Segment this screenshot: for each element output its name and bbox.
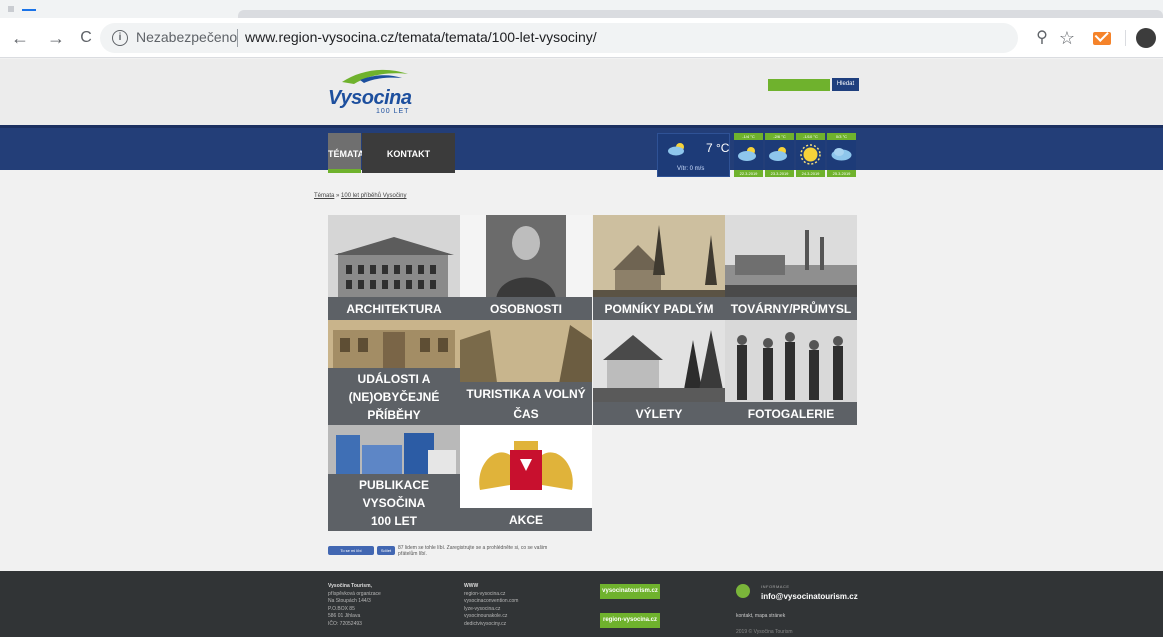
footer-copyright: 2019 © Vysočina Tourism: [736, 629, 793, 635]
forecast-day-2: -2/6 °C 23.3.2019: [765, 133, 794, 177]
footer-www-link[interactable]: region-vysocina.cz: [464, 591, 518, 599]
tab-strip: [0, 0, 1163, 18]
tile-label: VÝLETY: [593, 402, 725, 425]
wind-speed: Vítr: 0 m/s: [677, 166, 705, 172]
tile-label: AKCE: [460, 508, 592, 531]
tile-label-line-2: 100 LET: [370, 514, 418, 528]
tile-label-line-1: UDÁLOSTI A: [357, 372, 431, 386]
tab-corner: [8, 6, 14, 12]
footer-info-email[interactable]: info@vysocinatourism.cz: [761, 592, 858, 601]
tile-tovarny-prumysl[interactable]: TOVÁRNY/PRŮMYSL: [725, 215, 857, 320]
tile-vylety[interactable]: VÝLETY: [593, 320, 725, 425]
current-temperature: 7 °C: [706, 141, 730, 155]
cloud-sun-icon: [738, 147, 756, 161]
info-icon[interactable]: i: [112, 30, 128, 46]
breadcrumb-link-temata[interactable]: Témata: [314, 193, 334, 199]
active-tab-indicator: [22, 9, 36, 11]
tile-pomniky-padlym[interactable]: POMNÍKY PADLÝM: [593, 215, 725, 320]
footer-org-line: příspěvková organizace: [328, 590, 381, 597]
forecast-date: 22.3.2019: [734, 170, 763, 177]
footer-www-link[interactable]: vysocinounakole.cz: [464, 613, 518, 621]
breadcrumb: Témata » 100 let příběhů Vysočiny: [314, 193, 407, 199]
footer-button-region-vysocina[interactable]: region-vysocina.cz: [600, 613, 660, 628]
search-input[interactable]: [768, 79, 830, 91]
footer-www-link[interactable]: dedictvivysociny.cz: [464, 621, 518, 629]
tile-label: TOVÁRNY/PRŮMYSL: [725, 297, 857, 320]
nav-item-temata[interactable]: TÉMATA: [328, 133, 364, 173]
footer-org-line: P.O.BOX 85: [328, 605, 355, 612]
site-footer: [0, 571, 1163, 637]
tile-label: PUBLIKACE VYSOČINA 100 LET: [328, 474, 460, 531]
tile-udalosti[interactable]: UDÁLOSTI A (NE)OBYČEJNÉ PŘÍBĚHY: [328, 320, 460, 425]
footer-org-column: Vysočina Tourism, příspěvková organizace…: [328, 583, 381, 628]
tile-label: TURISTIKA A VOLNÝ ČAS: [460, 382, 592, 425]
footer-button-vysocinatourism[interactable]: vysocinatourism.cz: [600, 584, 660, 599]
browser-tab[interactable]: [238, 10, 1163, 18]
url-text[interactable]: www.region-vysocina.cz/temata/temata/100…: [245, 29, 597, 45]
mail-extension-icon[interactable]: [1093, 32, 1111, 45]
footer-org-line: IČO: 72052493: [328, 620, 362, 627]
facebook-like-button[interactable]: To se mi líbí: [328, 546, 374, 555]
forecast-day-4: 0/3 °C 25.3.2019: [827, 133, 856, 177]
tile-osobnosti[interactable]: OSOBNOSTI: [460, 215, 592, 320]
tile-label-line-1: PUBLIKACE VYSOČINA: [358, 478, 429, 510]
nav-item-kontakt[interactable]: KONTAKT: [362, 133, 455, 173]
sun-icon: [800, 144, 821, 165]
site-logo[interactable]: Vysocina: [328, 87, 412, 110]
tile-label: ARCHITEKTURA: [328, 297, 460, 320]
tile-akce[interactable]: AKCE: [460, 425, 592, 531]
facebook-like-text: 87 lidem se tohle líbí. Zaregistrujte se…: [398, 545, 548, 557]
forecast-date: 25.3.2019: [827, 170, 856, 177]
footer-www-heading: WWW: [464, 583, 479, 589]
tile-architektura[interactable]: ARCHITEKTURA: [328, 215, 460, 320]
tile-label: OSOBNOSTI: [460, 297, 592, 320]
cloud-sun-icon: [668, 143, 684, 156]
browser-toolbar: ← → C i Nezabezpečeno www.region-vysocin…: [0, 18, 1163, 58]
forecast-day-3: -1/10 °C 24.3.2019: [796, 133, 825, 177]
forecast-date: 24.3.2019: [796, 170, 825, 177]
back-icon[interactable]: ←: [8, 26, 32, 50]
footer-org-line: 586 01 Jihlava: [328, 613, 361, 619]
tile-label: UDÁLOSTI A (NE)OBYČEJNÉ PŘÍBĚHY: [328, 368, 460, 425]
bookmark-star-icon[interactable]: ☆: [1055, 26, 1079, 50]
profile-avatar[interactable]: [1136, 28, 1156, 48]
site-header: [0, 59, 1163, 125]
forecast-day-1: -1/4 °C 22.3.2019: [734, 133, 763, 177]
logo-swoosh-icon: [342, 69, 408, 84]
info-logo-icon: [736, 584, 750, 598]
cloud-icon: [831, 148, 852, 161]
cloud-sun-icon: [769, 147, 787, 161]
logo-subtitle: 100 LET: [376, 108, 410, 115]
address-bar[interactable]: i Nezabezpečeno www.region-vysocina.cz/t…: [100, 23, 1018, 53]
zoom-icon[interactable]: ⚲: [1030, 26, 1054, 50]
tile-label-line-2: (NE)OBYČEJNÉ PŘÍBĚHY: [348, 390, 440, 422]
address-separator: [237, 29, 238, 47]
footer-links[interactable]: kontakt, mapa stránek: [736, 613, 785, 619]
forecast-temp: -2/6 °C: [765, 133, 794, 140]
tile-label: FOTOGALERIE: [725, 402, 857, 425]
footer-www-link[interactable]: vysocinaconvention.com: [464, 598, 518, 606]
footer-info-label: INFORMACE: [761, 584, 790, 589]
forecast-date: 23.3.2019: [765, 170, 794, 177]
footer-org-name: Vysočina Tourism,: [328, 583, 372, 589]
tile-fotogalerie[interactable]: FOTOGALERIE: [725, 320, 857, 425]
forward-icon[interactable]: →: [44, 26, 68, 50]
main-navbar: [0, 125, 1163, 170]
tile-turistika[interactable]: TURISTIKA A VOLNÝ ČAS: [460, 320, 592, 425]
search-button[interactable]: Hledat: [832, 78, 859, 91]
footer-org-line: Na Stoupách 144/3: [328, 598, 371, 604]
security-label: Nezabezpečeno: [136, 29, 238, 45]
breadcrumb-separator: »: [334, 193, 342, 199]
tile-label: POMNÍKY PADLÝM: [593, 297, 725, 320]
tile-publikace[interactable]: PUBLIKACE VYSOČINA 100 LET: [328, 425, 460, 531]
forecast-temp: -1/4 °C: [734, 133, 763, 140]
footer-www-link[interactable]: lyze-vysocina.cz: [464, 606, 518, 614]
facebook-share-button[interactable]: Sdílet: [377, 546, 395, 555]
forecast-temp: -1/10 °C: [796, 133, 825, 140]
footer-www-column: WWW region-vysocina.cz vysocinaconventio…: [464, 583, 518, 628]
toolbar-divider: [1125, 30, 1126, 46]
breadcrumb-current[interactable]: 100 let příběhů Vysočiny: [341, 193, 406, 199]
forecast-temp: 0/3 °C: [827, 133, 856, 140]
reload-icon[interactable]: C: [74, 26, 98, 50]
